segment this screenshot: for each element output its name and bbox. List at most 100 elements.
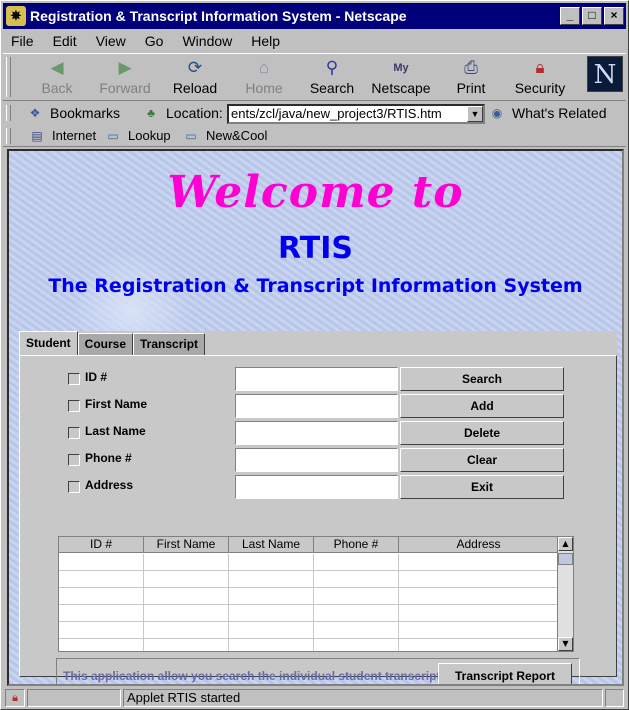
window-title: Registration & Transcript Information Sy…: [30, 8, 407, 24]
location-input[interactable]: ents/zcl/java/new_project3/RTIS.htm ▼: [227, 104, 485, 124]
location-dropdown-button[interactable]: ▼: [467, 106, 483, 122]
last-name-field[interactable]: [235, 421, 398, 445]
scroll-up-icon[interactable]: ▲: [558, 537, 573, 551]
column-header-phone[interactable]: Phone #: [314, 537, 399, 553]
reload-label: Reload: [172, 80, 218, 96]
tab-course[interactable]: Course: [77, 333, 134, 355]
personal-grip[interactable]: [6, 128, 11, 144]
menu-file[interactable]: File: [11, 33, 34, 49]
bookmarks-button[interactable]: ❖ Bookmarks: [27, 105, 120, 121]
security-label: Security: [514, 80, 566, 96]
menu-window[interactable]: Window: [182, 33, 232, 49]
whats-related-icon: ◉: [491, 106, 503, 120]
scroll-thumb[interactable]: [558, 553, 573, 565]
transcript-report-button[interactable]: Transcript Report: [438, 663, 572, 684]
menu-help[interactable]: Help: [251, 33, 280, 49]
table-vertical-scrollbar[interactable]: ▲ ▼: [557, 537, 573, 651]
location-label-group: ♣ Location:: [143, 105, 223, 121]
table-row[interactable]: [59, 622, 559, 639]
internet-label: Internet: [52, 128, 97, 143]
table-row[interactable]: [59, 571, 559, 588]
first-name-row: First Name Add: [68, 394, 568, 418]
print-icon: ⎙: [464, 58, 478, 77]
rtis-applet: Student Course Transcript ID # Search Fi…: [19, 331, 617, 684]
back-label: Back: [41, 80, 73, 96]
toolbar-grip[interactable]: [6, 57, 11, 97]
print-button[interactable]: ⎙ Print: [439, 58, 503, 100]
minimize-button[interactable]: _: [560, 7, 580, 25]
search-button[interactable]: ⚲ Search: [300, 58, 364, 100]
whats-related-button[interactable]: ◉ What's Related: [489, 105, 607, 121]
table-header: ID # First Name Last Name Phone # Addres…: [59, 537, 559, 553]
address-field[interactable]: [235, 475, 398, 499]
netscape-button[interactable]: My Netscape: [369, 58, 433, 100]
first-name-field[interactable]: [235, 394, 398, 418]
lookup-label: Lookup: [128, 128, 171, 143]
id-field[interactable]: [235, 367, 398, 391]
page-icon: ▤: [31, 128, 43, 143]
reload-button[interactable]: ⟳ Reload: [163, 58, 227, 100]
home-icon: ⌂: [258, 58, 270, 77]
bookmarks-icon: ❖: [29, 106, 41, 120]
last-name-checkbox[interactable]: [68, 427, 80, 439]
personal-toolbar: ▤ Internet ▭ Lookup ▭ New&Cool: [3, 125, 626, 147]
home-label: Home: [245, 80, 283, 96]
search-label: Search: [309, 80, 355, 96]
address-checkbox[interactable]: [68, 481, 80, 493]
internet-link[interactable]: ▤ Internet: [29, 128, 96, 143]
status-component-bar[interactable]: [605, 689, 624, 707]
add-button[interactable]: Add: [400, 394, 564, 418]
forward-button[interactable]: ▶ Forward: [93, 58, 157, 100]
title-bar: ✵ Registration & Transcript Information …: [3, 3, 626, 29]
id-checkbox[interactable]: [68, 373, 80, 385]
menu-edit[interactable]: Edit: [53, 33, 77, 49]
bookmarks-label: Bookmarks: [50, 105, 121, 121]
id-label: ID #: [85, 370, 108, 384]
delete-button[interactable]: Delete: [400, 421, 564, 445]
forward-label: Forward: [99, 80, 151, 96]
app-subtitle: The Registration & Transcript Informatio…: [48, 275, 583, 297]
footer-description: This application allow you search the in…: [63, 669, 441, 683]
student-panel: ID # Search First Name Add Last Name Del…: [19, 355, 617, 684]
table-row[interactable]: [59, 554, 559, 571]
close-button[interactable]: ×: [604, 7, 624, 25]
maximize-button[interactable]: □: [582, 7, 602, 25]
clear-button[interactable]: Clear: [400, 448, 564, 472]
menu-go[interactable]: Go: [145, 33, 164, 49]
forward-arrow-icon: ▶: [118, 58, 132, 77]
home-button[interactable]: ⌂ Home: [232, 58, 296, 100]
phone-field[interactable]: [235, 448, 398, 472]
table-row[interactable]: [59, 639, 559, 651]
lookup-folder[interactable]: ▭ Lookup: [105, 128, 171, 143]
netscape-logo[interactable]: N: [587, 56, 623, 92]
tab-transcript[interactable]: Transcript: [133, 333, 206, 355]
tab-student[interactable]: Student: [19, 331, 78, 355]
phone-checkbox[interactable]: [68, 454, 80, 466]
lock-icon: 🔒︎: [535, 58, 545, 77]
reload-icon: ⟳: [187, 58, 203, 77]
table-row[interactable]: [59, 588, 559, 605]
column-header-first-name[interactable]: First Name: [144, 537, 229, 553]
page-content: Welcome to RTIS The Registration & Trans…: [7, 149, 624, 686]
column-header-id[interactable]: ID #: [59, 537, 144, 553]
search-record-button[interactable]: Search: [400, 367, 564, 391]
scroll-down-icon[interactable]: ▼: [558, 637, 573, 651]
browser-window: ✵ Registration & Transcript Information …: [0, 0, 629, 710]
table-row[interactable]: [59, 605, 559, 622]
phone-row: Phone # Clear: [68, 448, 568, 472]
column-header-last-name[interactable]: Last Name: [229, 537, 314, 553]
first-name-checkbox[interactable]: [68, 400, 80, 412]
search-icon: ⚲: [325, 58, 339, 77]
newcool-label: New&Cool: [206, 128, 268, 143]
menu-view[interactable]: View: [96, 33, 126, 49]
back-button[interactable]: ◀ Back: [25, 58, 89, 100]
phone-label: Phone #: [85, 451, 132, 465]
newcool-folder[interactable]: ▭ New&Cool: [183, 128, 267, 143]
student-table[interactable]: ID # First Name Last Name Phone # Addres…: [58, 536, 574, 652]
location-grip[interactable]: [6, 105, 11, 121]
table-body: [59, 554, 559, 651]
security-lock-icon[interactable]: 🔒︎: [5, 689, 25, 707]
column-header-address[interactable]: Address: [399, 537, 559, 553]
security-button[interactable]: 🔒︎ Security: [508, 58, 572, 100]
exit-button[interactable]: Exit: [400, 475, 564, 499]
